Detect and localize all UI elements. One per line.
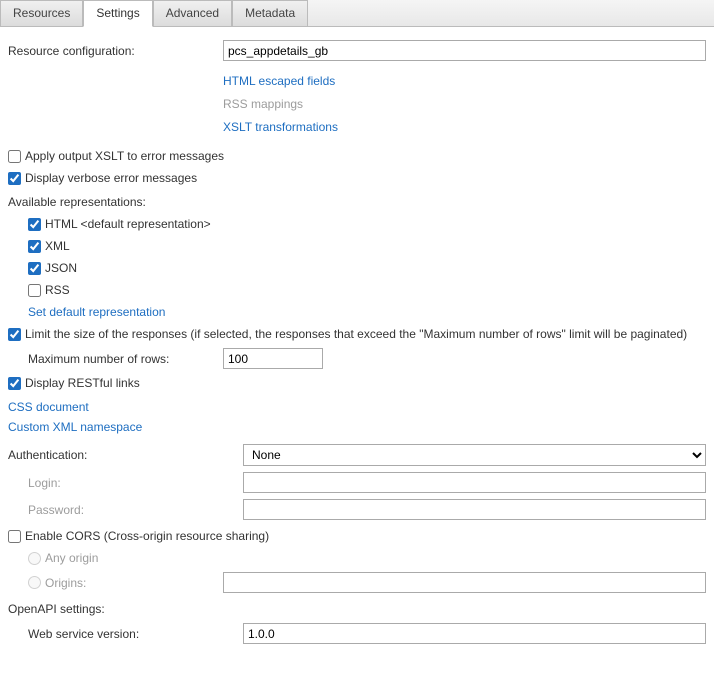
openapi-version-input[interactable]	[243, 623, 706, 644]
enable-cors-label: Enable CORS (Cross-origin resource shari…	[25, 529, 269, 543]
tab-advanced[interactable]: Advanced	[153, 0, 232, 26]
custom-xml-namespace-link[interactable]: Custom XML namespace	[8, 420, 142, 434]
rep-rss-checkbox[interactable]	[28, 284, 41, 297]
rep-json-label: JSON	[45, 261, 77, 275]
auth-select[interactable]: None	[243, 444, 706, 466]
apply-xslt-label: Apply output XSLT to error messages	[25, 149, 224, 163]
max-rows-label: Maximum number of rows:	[8, 352, 223, 366]
limit-size-label: Limit the size of the responses (if sele…	[25, 327, 687, 341]
css-document-link[interactable]: CSS document	[8, 400, 89, 414]
set-default-rep-link[interactable]: Set default representation	[28, 305, 165, 319]
rep-rss-label: RSS	[45, 283, 70, 297]
tab-resources[interactable]: Resources	[0, 0, 83, 26]
auth-password-label: Password:	[8, 503, 243, 517]
auth-password-input[interactable]	[243, 499, 706, 520]
tab-bar: Resources Settings Advanced Metadata	[0, 0, 714, 27]
restful-links-label: Display RESTful links	[25, 376, 140, 390]
rep-xml-label: XML	[45, 239, 70, 253]
limit-size-checkbox[interactable]	[8, 328, 21, 341]
cors-origins-input[interactable]	[223, 572, 706, 593]
tab-settings[interactable]: Settings	[83, 0, 152, 27]
cors-any-origin-label: Any origin	[45, 551, 98, 565]
rep-html-label: HTML <default representation>	[45, 217, 211, 231]
available-reps-label: Available representations:	[8, 189, 706, 213]
cors-any-origin-radio	[28, 552, 41, 565]
rep-xml-checkbox[interactable]	[28, 240, 41, 253]
rep-json-checkbox[interactable]	[28, 262, 41, 275]
resource-config-input[interactable]	[223, 40, 706, 61]
enable-cors-checkbox[interactable]	[8, 530, 21, 543]
tab-metadata[interactable]: Metadata	[232, 0, 308, 26]
cors-origins-radio	[28, 576, 41, 589]
display-verbose-label: Display verbose error messages	[25, 171, 197, 185]
settings-panel: Resource configuration: HTML escaped fie…	[0, 27, 714, 657]
auth-login-input[interactable]	[243, 472, 706, 493]
resource-config-label: Resource configuration:	[8, 44, 223, 58]
openapi-label: OpenAPI settings:	[8, 596, 706, 620]
auth-login-label: Login:	[8, 476, 243, 490]
apply-xslt-checkbox[interactable]	[8, 150, 21, 163]
auth-label: Authentication:	[8, 448, 243, 462]
html-escaped-fields-link[interactable]: HTML escaped fields	[223, 69, 706, 92]
restful-links-checkbox[interactable]	[8, 377, 21, 390]
max-rows-input[interactable]	[223, 348, 323, 369]
xslt-transformations-link[interactable]: XSLT transformations	[223, 115, 706, 138]
display-verbose-checkbox[interactable]	[8, 172, 21, 185]
rep-html-checkbox[interactable]	[28, 218, 41, 231]
openapi-version-label: Web service version:	[8, 627, 243, 641]
rss-mappings-link: RSS mappings	[223, 92, 706, 115]
cors-origins-label: Origins:	[45, 576, 86, 590]
